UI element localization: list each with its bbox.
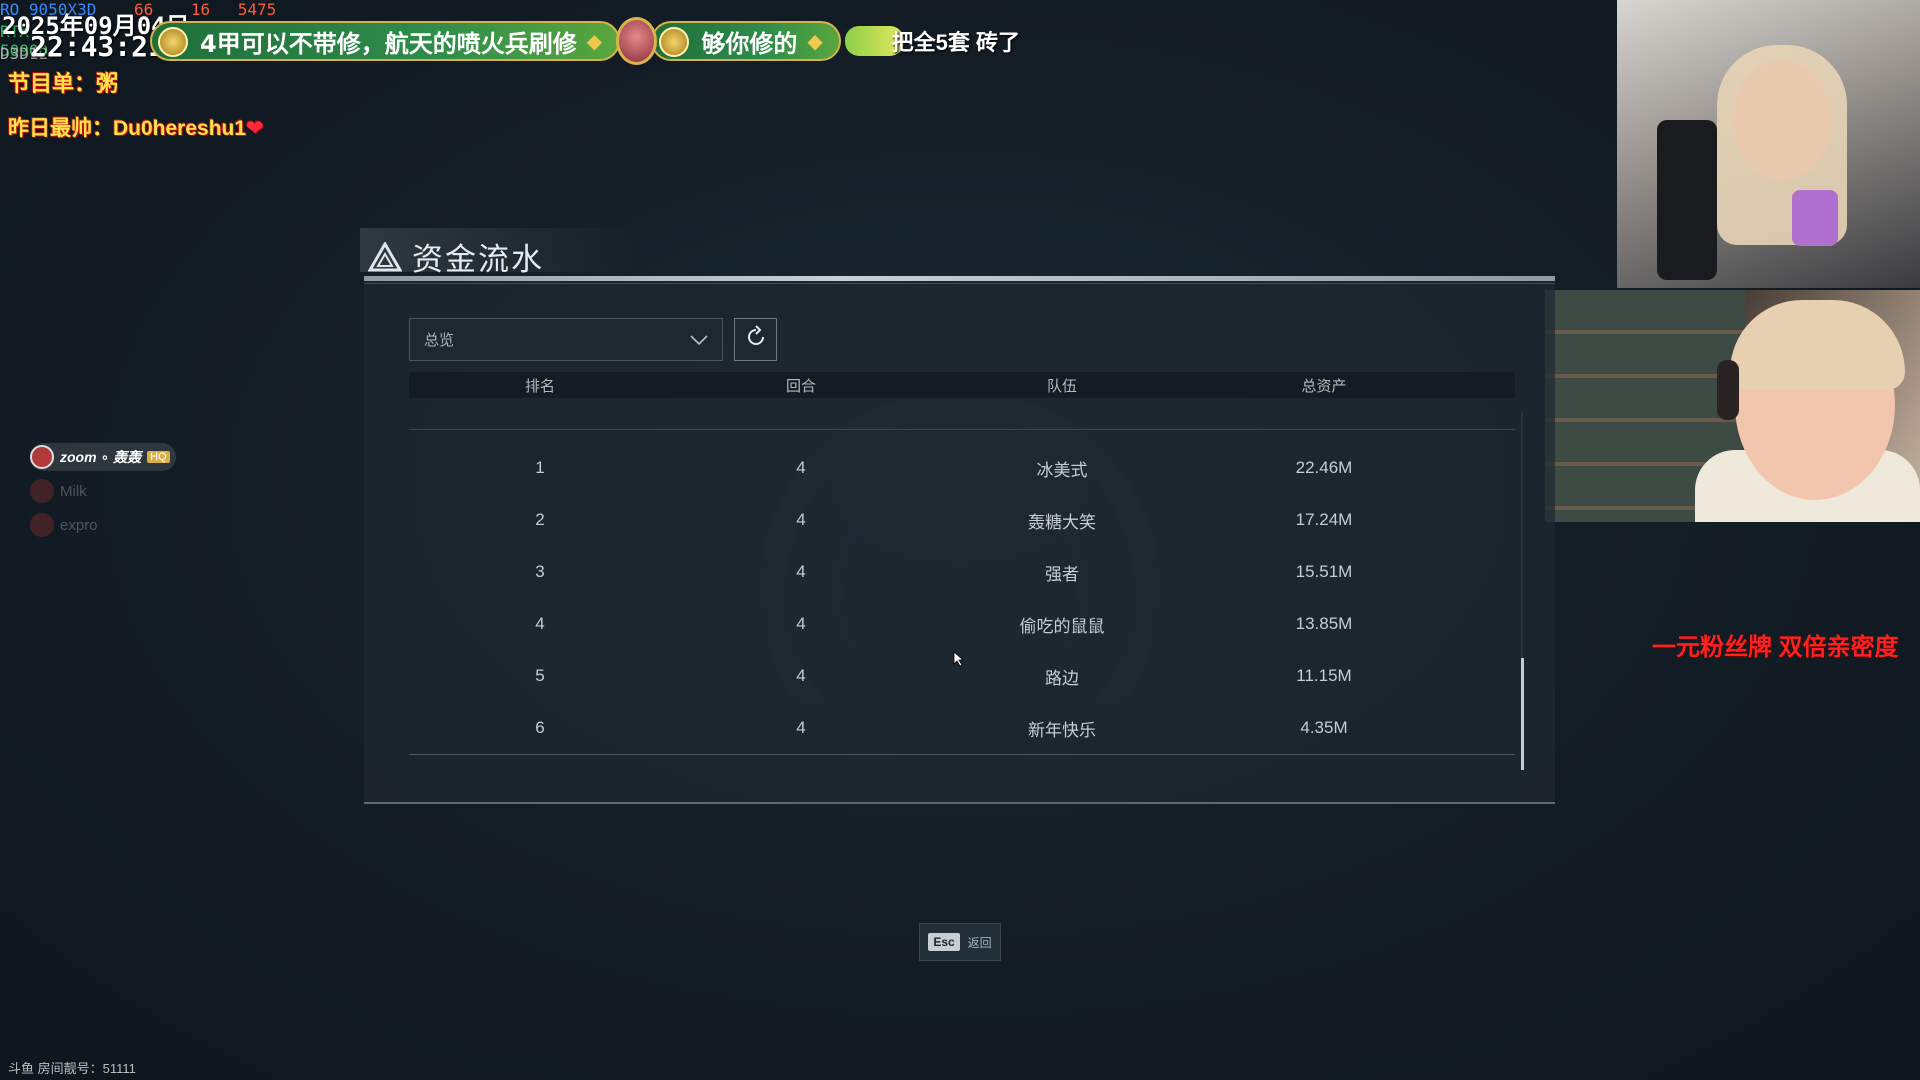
danmu-pill-2: 够你修的 ◆ xyxy=(651,21,841,61)
gifter-avatar xyxy=(616,17,658,65)
stream-time: 22:43:21 xyxy=(30,30,165,63)
program-label: 节目单：粥 xyxy=(8,71,119,96)
level-badge-icon: HQ xyxy=(147,451,170,463)
medal-icon xyxy=(158,27,188,57)
filter-selected-value: 总览 xyxy=(424,332,455,349)
cell-round: 4 xyxy=(796,458,806,477)
table-header: 排名 回合 队伍 总资产 xyxy=(409,372,1515,398)
ranking-table-body[interactable]: 1 4 冰美式 22.46M 2 4 轰糖大笑 17.24M 3 4 强者 15… xyxy=(409,400,1515,756)
viewer-name: zoom ∘ 轰轰 xyxy=(60,449,142,465)
gift-danmu-bar: 4甲可以不带修，航天的喷火兵刷修 ◆ 够你修的 ◆ 把全5套 砖了 xyxy=(150,17,1020,65)
page-title: 资金流水 xyxy=(412,242,544,278)
viewer-name: expro xyxy=(60,516,98,534)
esc-back-button[interactable]: Esc 返回 xyxy=(919,923,1001,961)
table-bottom-divider xyxy=(409,754,1515,755)
cell-assets: 13.85M xyxy=(1295,614,1353,633)
cell-assets: 22.46M xyxy=(1295,458,1353,477)
best-text: 昨日最帅：Du0hereshu1 xyxy=(8,117,247,140)
cpu-percent: 16 xyxy=(190,0,211,19)
clock-mhz: 5475 xyxy=(237,0,277,19)
column-header-round[interactable]: 回合 xyxy=(671,375,931,396)
table-row[interactable]: 4 4 偷吃的鼠鼠 13.85M xyxy=(409,598,1515,650)
table-row[interactable]: 6 4 新年快乐 4.35M xyxy=(409,702,1515,754)
back-label: 返回 xyxy=(967,935,992,950)
viewer-list: zoom ∘ 轰轰 HQ Milk expro xyxy=(30,443,176,545)
viewer-row: Milk xyxy=(30,477,176,505)
refresh-button[interactable] xyxy=(734,318,777,361)
fan-badge-promo: 一元粉丝牌 双倍亲密度 xyxy=(1652,634,1899,661)
table-row[interactable]: 2 4 轰糖大笑 17.24M xyxy=(409,494,1515,546)
cell-round: 4 xyxy=(796,718,806,737)
avatar xyxy=(30,513,54,537)
column-header-rank[interactable]: 排名 xyxy=(409,375,671,396)
avatar xyxy=(30,479,54,503)
cell-rank: 2 xyxy=(535,510,545,529)
cell-team: 新年快乐 xyxy=(1028,720,1096,740)
danmu-text-3: 把全5套 砖了 xyxy=(891,30,1020,55)
viewer-row: expro xyxy=(30,511,176,539)
cell-team: 路边 xyxy=(1045,668,1079,688)
panel-header: 资金流水 xyxy=(367,234,544,279)
avatar xyxy=(30,445,54,469)
cell-rank: 5 xyxy=(535,666,545,685)
viewer-row: zoom ∘ 轰轰 HQ xyxy=(30,443,176,471)
diamond-icon: ◆ xyxy=(586,29,603,53)
table-row[interactable]: 1 4 冰美式 22.46M xyxy=(409,442,1515,494)
webcam-streamer-female xyxy=(1617,0,1920,288)
table-row[interactable]: 3 4 强者 15.51M xyxy=(409,546,1515,598)
cell-round: 4 xyxy=(796,614,806,633)
refresh-icon xyxy=(744,325,768,354)
cell-round: 4 xyxy=(796,666,806,685)
danmu-text-2: 够你修的 xyxy=(701,29,798,58)
heart-icon: ❤ xyxy=(246,117,264,140)
scrollbar-thumb[interactable] xyxy=(1521,658,1524,770)
cell-team: 强者 xyxy=(1045,564,1079,584)
diamond-icon: ◆ xyxy=(807,29,823,53)
panel-topline xyxy=(364,276,1555,281)
viewer-name: Milk xyxy=(60,482,87,500)
cell-assets: 11.15M xyxy=(1296,666,1352,685)
cell-team: 冰美式 xyxy=(1036,460,1088,480)
room-number: 斗鱼 房间靓号：51111 xyxy=(8,1061,136,1076)
medal-icon xyxy=(659,27,690,57)
cell-assets: 4.35M xyxy=(1300,718,1348,737)
best-label: 昨日最帅：Du0hereshu1❤ xyxy=(8,112,264,142)
cell-rank: 4 xyxy=(535,614,545,633)
cell-team: 轰糖大笑 xyxy=(1028,512,1096,532)
cell-rank: 6 xyxy=(535,718,545,737)
mouse-cursor-icon xyxy=(953,651,965,672)
column-header-team[interactable]: 队伍 xyxy=(931,375,1193,396)
cell-rank: 3 xyxy=(535,562,545,581)
cell-team: 偷吃的鼠鼠 xyxy=(1019,616,1105,636)
esc-key-icon: Esc xyxy=(928,933,960,951)
cell-assets: 15.51M xyxy=(1295,562,1353,581)
cell-assets: 17.24M xyxy=(1295,510,1353,529)
chevron-down-icon xyxy=(688,329,710,351)
triangle-logo-icon xyxy=(367,240,403,272)
cell-round: 4 xyxy=(796,510,806,529)
panel-divider xyxy=(364,283,1555,284)
column-header-assets[interactable]: 总资产 xyxy=(1193,375,1455,396)
filter-dropdown[interactable]: 总览 xyxy=(409,318,723,361)
cell-round: 4 xyxy=(796,562,806,581)
danmu-pill-1: 4甲可以不带修，航天的喷火兵刷修 ◆ xyxy=(150,21,621,61)
table-row-partial xyxy=(409,400,1515,430)
webcam-streamer-male xyxy=(1545,290,1920,522)
danmu-text-1: 4甲可以不带修，航天的喷火兵刷修 xyxy=(200,29,577,58)
cell-rank: 1 xyxy=(535,458,545,477)
